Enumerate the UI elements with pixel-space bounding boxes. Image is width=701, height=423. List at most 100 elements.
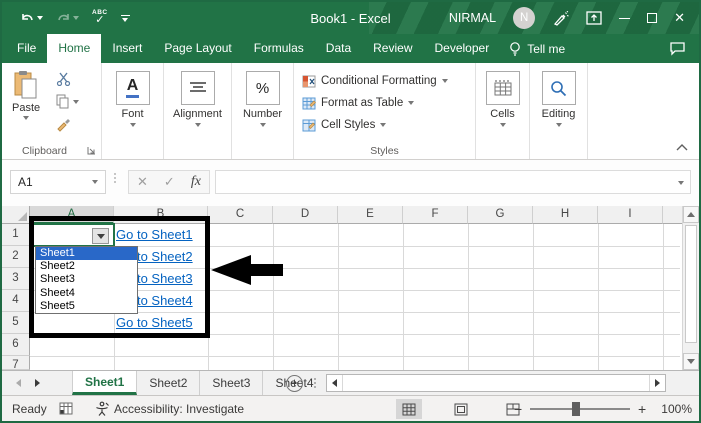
column-header-i[interactable]: I [598, 206, 663, 224]
undo-button[interactable] [20, 12, 43, 25]
tab-developer[interactable]: Developer [424, 34, 501, 63]
macro-record-button[interactable] [59, 402, 73, 418]
zoom-slider-thumb[interactable] [572, 402, 580, 416]
tab-formulas[interactable]: Formulas [243, 34, 315, 63]
accessibility-status[interactable]: Accessibility: Investigate [114, 402, 244, 416]
triangle-up-icon [687, 212, 695, 217]
collapse-ribbon-icon[interactable] [676, 144, 688, 151]
sheet-tab-sheet2[interactable]: Sheet2 [137, 371, 200, 395]
copy-button[interactable] [56, 94, 79, 109]
sheet-tab-sheet1[interactable]: Sheet1 [72, 371, 137, 395]
row-header-4[interactable]: 4 [2, 290, 30, 312]
tab-file[interactable]: File [6, 34, 47, 63]
tab-insert[interactable]: Insert [101, 34, 153, 63]
zoom-out-button[interactable]: − [514, 401, 522, 417]
horizontal-scrollbar[interactable] [326, 374, 666, 392]
minimize-button[interactable] [619, 18, 630, 19]
confirm-entry-icon[interactable]: ✓ [164, 174, 175, 190]
percent-glyph: % [256, 80, 269, 97]
row-header-7[interactable]: 7 [2, 356, 30, 370]
number-button[interactable]: % Number [232, 63, 293, 139]
zoom-in-button[interactable]: + [638, 401, 646, 417]
paste-icon [13, 70, 39, 100]
font-button[interactable]: A Font [102, 63, 163, 139]
customize-quick-access-button[interactable] [121, 15, 130, 22]
conditional-formatting-button[interactable]: Conditional Formatting [294, 70, 475, 92]
column-header-c[interactable]: C [208, 206, 273, 224]
paste-label: Paste [12, 102, 40, 114]
status-ready: Ready [12, 402, 47, 416]
column-header-g[interactable]: G [468, 206, 533, 224]
styles-group-label: Styles [294, 145, 475, 157]
format-as-table-caret-icon [408, 101, 414, 105]
spelling-check-button[interactable]: ABC ✓ [92, 10, 108, 27]
name-box-caret-icon[interactable] [92, 180, 98, 184]
format-as-table-button[interactable]: Format as Table [294, 92, 475, 114]
ribbon-display-options-icon[interactable] [586, 11, 602, 25]
next-sheet-icon[interactable] [35, 379, 40, 387]
zoom-slider-track[interactable] [530, 408, 630, 410]
worksheet-grid[interactable]: A B C D E F G H I 1 2 3 4 5 6 7 [2, 206, 699, 370]
tab-review[interactable]: Review [362, 34, 423, 63]
accessibility-checker-button[interactable] [94, 401, 110, 419]
vertical-scrollbar[interactable] [682, 206, 699, 370]
cancel-entry-icon[interactable]: ✕ [137, 174, 148, 190]
macro-record-icon [59, 402, 73, 415]
editing-button[interactable]: Editing [530, 63, 587, 139]
page-layout-view-icon [454, 403, 468, 416]
tab-data[interactable]: Data [315, 34, 362, 63]
alignment-icon [181, 71, 215, 105]
clipboard-dialog-launcher-icon[interactable] [87, 146, 96, 155]
vertical-scrollbar-thumb[interactable] [685, 225, 697, 343]
insert-function-icon[interactable]: fx [191, 174, 201, 190]
cell-styles-caret-icon [380, 123, 386, 127]
row-header-5[interactable]: 5 [2, 312, 30, 334]
conditional-formatting-label: Conditional Formatting [321, 75, 437, 87]
feedback-button[interactable] [669, 41, 686, 61]
scroll-right-button[interactable] [649, 375, 665, 391]
cells-button[interactable]: Cells [476, 63, 529, 139]
tell-me-box[interactable]: Tell me [500, 34, 574, 63]
formula-expand-caret-icon[interactable] [678, 181, 684, 185]
cell-styles-button[interactable]: Cell Styles [294, 114, 475, 136]
conditional-formatting-icon [302, 75, 316, 88]
close-button[interactable]: ✕ [674, 10, 685, 26]
sheet-tab-bar: Sheet1 Sheet2 Sheet3 Sheet4 ... + [2, 370, 699, 395]
paste-button[interactable]: Paste [12, 70, 40, 120]
cell-reference: A1 [18, 175, 33, 189]
row-header-1[interactable]: 1 [2, 224, 30, 246]
alignment-button[interactable]: Alignment [164, 63, 231, 139]
row-header-3[interactable]: 3 [2, 268, 30, 290]
cut-button[interactable] [56, 72, 71, 91]
format-painter-button[interactable] [56, 117, 72, 137]
zoom-level[interactable]: 100% [661, 402, 692, 416]
scroll-down-button[interactable] [683, 353, 699, 370]
row-header-2[interactable]: 2 [2, 246, 30, 268]
row-header-6[interactable]: 6 [2, 334, 30, 356]
cells-caret-icon [500, 123, 506, 127]
annotation-rectangle [29, 216, 210, 338]
tab-home[interactable]: Home [47, 34, 101, 63]
page-layout-view-button[interactable] [448, 399, 474, 419]
tab-page-layout[interactable]: Page Layout [153, 34, 242, 63]
previous-sheet-icon[interactable] [16, 379, 21, 387]
ink-pen-icon[interactable] [552, 11, 569, 26]
name-box[interactable]: A1 [10, 170, 106, 194]
scroll-up-button[interactable] [683, 206, 699, 223]
sheet-tabs: Sheet1 Sheet2 Sheet3 Sheet4 ... [72, 371, 346, 395]
scroll-left-button[interactable] [327, 375, 343, 391]
undo-caret-icon[interactable] [37, 16, 43, 20]
column-header-h[interactable]: H [533, 206, 598, 224]
new-sheet-button[interactable]: + [286, 375, 303, 392]
formula-input[interactable] [215, 170, 691, 194]
sheet-tab-sheet3[interactable]: Sheet3 [200, 371, 263, 395]
maximize-button[interactable] [647, 13, 657, 23]
normal-view-button[interactable] [396, 399, 422, 419]
column-header-e[interactable]: E [338, 206, 403, 224]
column-header-d[interactable]: D [273, 206, 338, 224]
user-name[interactable]: NIRMAL [449, 11, 496, 25]
cells-label: Cells [490, 108, 514, 120]
select-all-button[interactable] [2, 206, 30, 224]
avatar[interactable]: N [513, 7, 535, 29]
column-header-f[interactable]: F [403, 206, 468, 224]
